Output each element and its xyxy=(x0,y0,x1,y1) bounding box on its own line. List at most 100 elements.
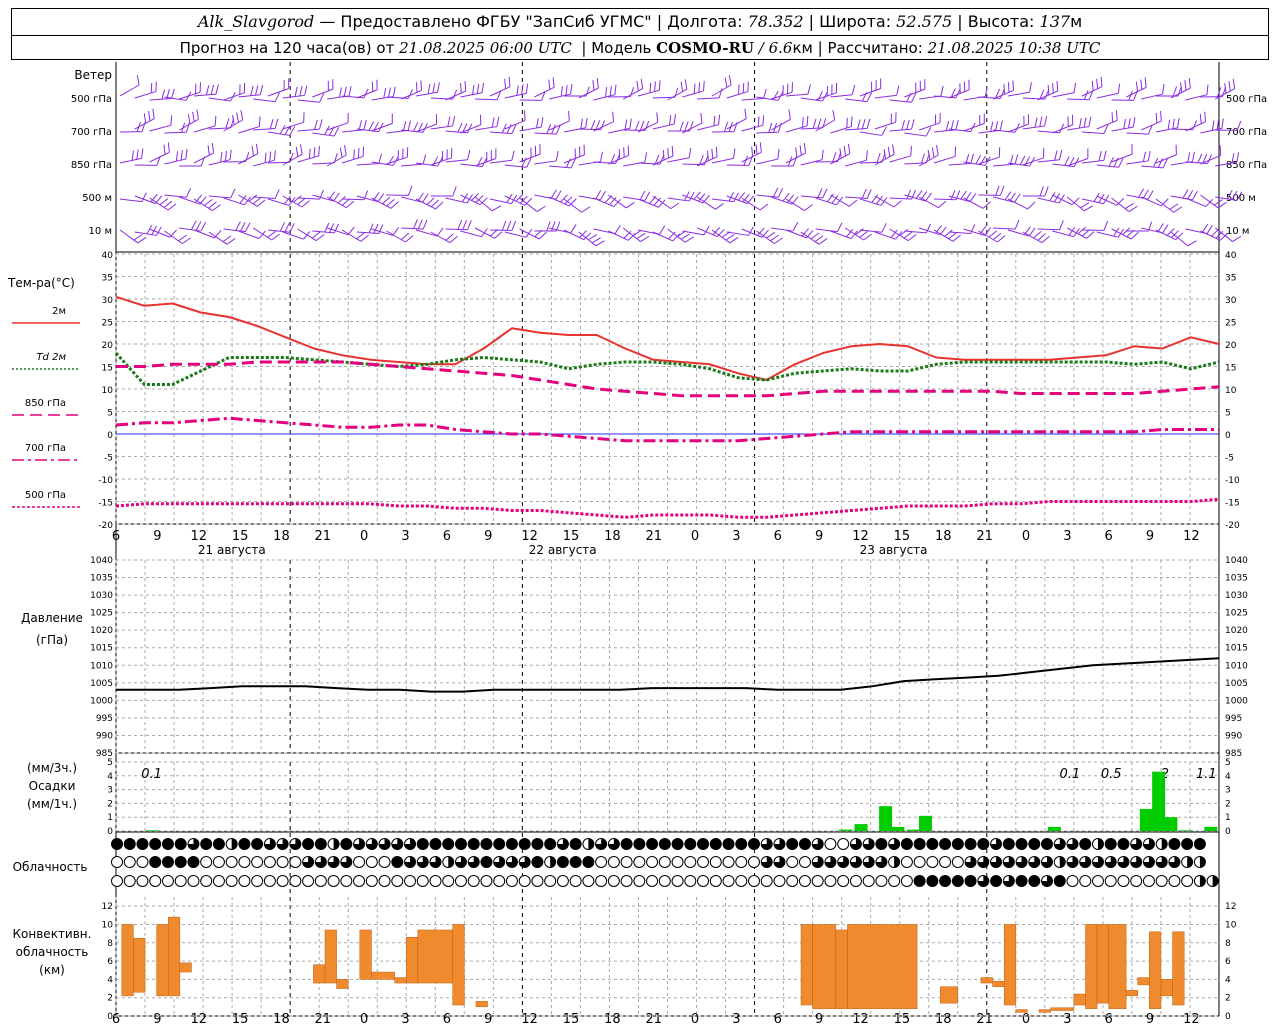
wind-barb-feather xyxy=(1128,205,1138,212)
wind-barb-feather xyxy=(200,221,207,232)
wind-barb-feather xyxy=(1037,233,1046,241)
conv-bar xyxy=(992,980,1005,987)
temp-tick-right: 40 xyxy=(1225,251,1237,261)
wind-barb-feather xyxy=(1214,199,1223,206)
wind-barb-feather xyxy=(491,117,495,128)
cloud-symbol xyxy=(225,856,238,868)
wind-barb-feather xyxy=(131,150,134,161)
cloud-symbol xyxy=(149,875,162,887)
wind-barb-feather xyxy=(346,200,355,209)
wind-barb-feather xyxy=(623,230,632,239)
cloud-symbol xyxy=(697,875,710,887)
wind-barb-staff xyxy=(785,152,806,164)
cloud-symbol xyxy=(658,838,671,850)
wind-barb-staff xyxy=(652,231,674,242)
cloud-symbol xyxy=(429,838,442,850)
wind-barb-feather xyxy=(751,146,754,157)
precip-tick-right: 4 xyxy=(1225,772,1231,782)
cloud-symbol xyxy=(314,875,327,887)
cloud-symbol xyxy=(646,875,659,887)
conv-bar xyxy=(980,977,993,984)
temp-tick-right: 30 xyxy=(1225,296,1237,306)
wind-barb-staff xyxy=(1022,125,1045,130)
wind-barb-staff xyxy=(297,99,320,103)
cloud-symbol xyxy=(646,856,659,868)
cloud-symbol xyxy=(1028,838,1041,850)
cloud-symbol xyxy=(926,856,939,868)
cloud-symbol xyxy=(1079,838,1092,850)
wind-barb-feather xyxy=(715,203,724,210)
temp-legend-label: 850 гПа xyxy=(25,398,66,409)
wind-barb-feather xyxy=(759,203,769,211)
wind-barb-feather xyxy=(415,82,418,93)
wind-barb-feather xyxy=(492,205,502,212)
wind-barb-feather xyxy=(1117,83,1121,94)
wind-barb-feather xyxy=(891,144,895,155)
temp-tick-right: -15 xyxy=(1225,499,1240,509)
conv-bar xyxy=(1085,924,1098,1009)
wind-barb-feather xyxy=(901,120,905,131)
wind-barb-staff xyxy=(475,126,498,131)
wind-barb-staff xyxy=(253,98,276,103)
wind-barb-feather xyxy=(481,82,485,93)
wind-barb-feather xyxy=(1232,235,1242,242)
pressure-tick-right: 1020 xyxy=(1225,626,1248,636)
wind-barb-feather xyxy=(224,150,227,161)
wind-barb-feather xyxy=(1029,82,1032,93)
wind-barb-feather xyxy=(1111,112,1114,123)
wind-barb-staff xyxy=(341,156,364,164)
wind-barb-feather xyxy=(1014,154,1019,165)
wind-barb-staff xyxy=(267,229,290,233)
cloud-symbol xyxy=(340,838,353,850)
wind-barb-feather xyxy=(763,88,767,99)
wind-barb-feather xyxy=(208,201,217,209)
conv-bar xyxy=(1038,1009,1051,1013)
wind-barb-feather xyxy=(999,120,1003,131)
wind-barb-feather xyxy=(703,80,705,91)
hour-label-bottom: 12 xyxy=(190,1012,207,1024)
wind-barb-feather xyxy=(319,93,325,103)
wind-barb-feather xyxy=(997,235,1006,243)
cloud-symbol xyxy=(773,875,786,887)
cloud-symbol xyxy=(569,875,582,887)
wind-barb-feather xyxy=(1204,111,1207,122)
day-label: 22 августа xyxy=(529,543,597,557)
wind-barb-feather xyxy=(538,231,547,240)
hour-label-mid: 21 xyxy=(645,529,662,544)
wind-barb-feather xyxy=(723,122,729,132)
wind-level-right: 10 м xyxy=(1226,226,1249,237)
conv-bar xyxy=(847,924,918,1009)
hour-label-bottom: 9 xyxy=(153,1012,161,1024)
conv-tick-right: 6 xyxy=(1225,957,1231,967)
cloud-symbol xyxy=(1130,875,1143,887)
cloud-symbol xyxy=(174,838,187,850)
wind-barb-feather xyxy=(718,114,721,125)
temp-legend-label: 700 гПа xyxy=(25,443,66,454)
wind-barb-feather xyxy=(568,198,577,207)
wind-barb-staff xyxy=(475,98,498,101)
cloud-symbol-fill xyxy=(231,838,238,850)
conv-bar xyxy=(324,929,337,984)
wind-barb-staff xyxy=(297,197,320,200)
temp-tick-right: -20 xyxy=(1225,521,1240,531)
wind-barb-staff xyxy=(1007,198,1028,210)
cloud-symbol xyxy=(977,838,990,850)
cloud-symbol xyxy=(990,875,1003,887)
wind-barb-feather xyxy=(757,116,760,127)
wind-barb-staff xyxy=(341,198,365,201)
wind-barb-feather xyxy=(402,121,407,132)
wind-barb-staff xyxy=(682,90,704,98)
hour-label-mid: 15 xyxy=(563,529,580,544)
conv-tick-right: 4 xyxy=(1225,975,1231,985)
wind-barb-feather xyxy=(150,82,153,94)
wind-barb-staff xyxy=(711,157,734,164)
wind-barb-feather xyxy=(777,149,780,160)
wind-barb-staff xyxy=(238,230,260,239)
temp-legend-label: 2м xyxy=(52,306,66,317)
wind-barb-feather xyxy=(187,114,191,125)
wind-barb-feather xyxy=(422,219,428,230)
wind-barb-feather xyxy=(999,185,1005,196)
wind-barb-feather xyxy=(1003,84,1006,95)
wind-barb-staff xyxy=(682,230,705,236)
wind-barb-staff xyxy=(1111,126,1134,132)
